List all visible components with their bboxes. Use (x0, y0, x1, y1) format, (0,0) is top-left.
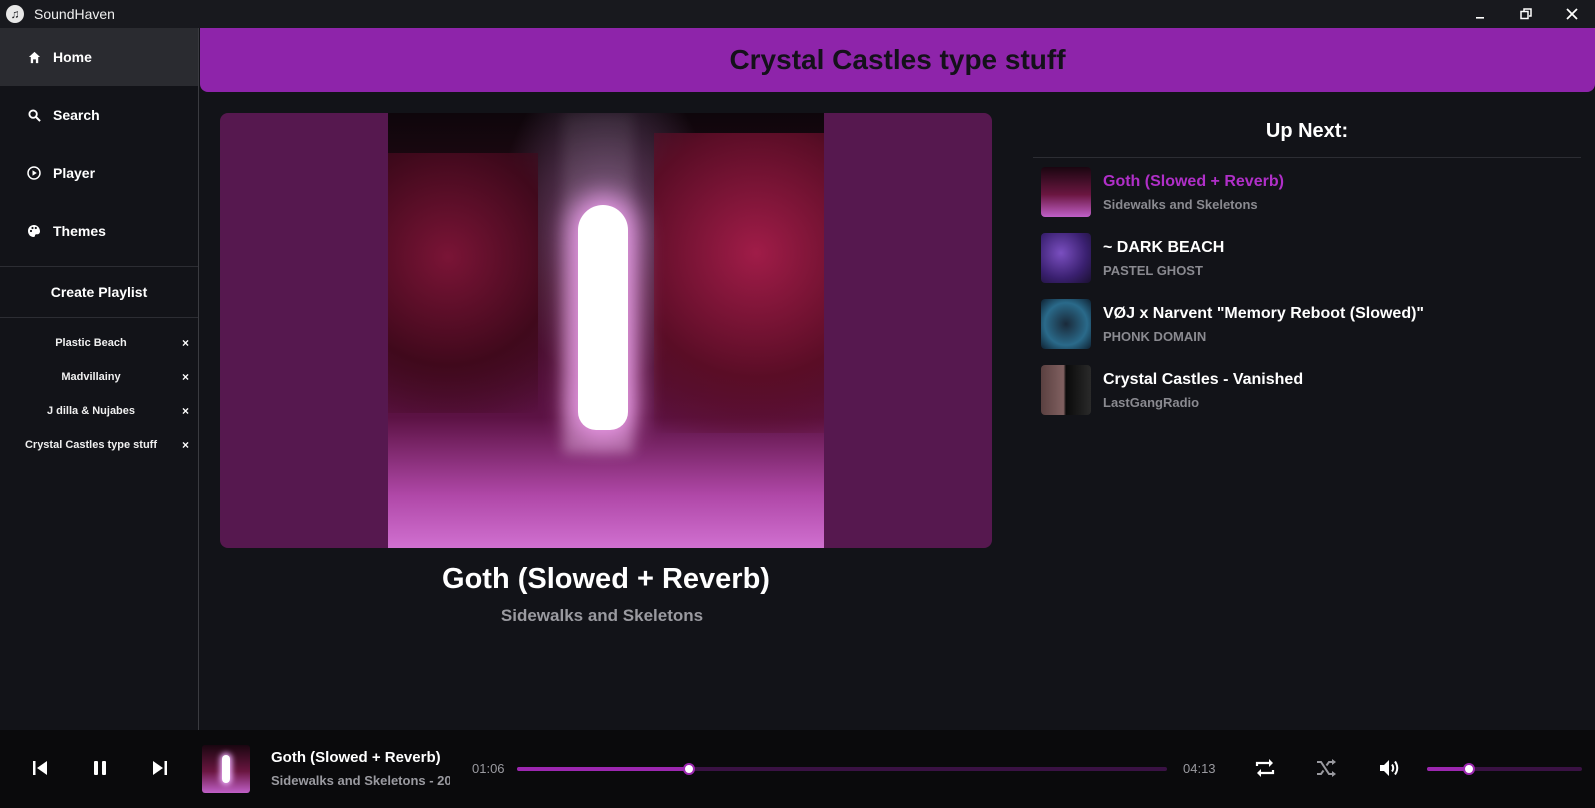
queue-item-artist: Sidewalks and Skeletons (1103, 196, 1258, 212)
player-track-artist: Sidewalks and Skeletons - 20 (271, 773, 450, 788)
close-icon (1566, 8, 1578, 20)
thumbnail-figure (222, 755, 230, 783)
restore-icon (1520, 8, 1532, 20)
app-title: SoundHaven (34, 6, 115, 22)
progress-handle[interactable] (683, 763, 696, 775)
queue-thumbnail (1041, 233, 1091, 283)
remove-playlist-button[interactable]: × (182, 370, 189, 384)
total-duration: 04:13 (1183, 761, 1216, 776)
nav-search[interactable]: Search (0, 86, 198, 144)
player-track-title: Goth (Slowed + Reverb) (271, 749, 441, 766)
up-next-heading: Up Next: (1265, 120, 1349, 142)
window-controls (1457, 0, 1595, 28)
queue-item-title: Crystal Castles - Vanished (1103, 370, 1304, 388)
queue-thumbnail (1041, 365, 1091, 415)
queue-item-artist: PASTEL GHOST (1103, 262, 1203, 278)
volume-button[interactable] (1372, 750, 1408, 786)
playlist-item[interactable]: Plastic Beach × (0, 326, 198, 360)
close-button[interactable] (1549, 0, 1595, 28)
skip-next-icon (153, 761, 167, 775)
nav-search-label: Search (53, 107, 100, 123)
pause-icon (94, 761, 106, 775)
art-trees-left (388, 153, 538, 413)
remove-playlist-button[interactable]: × (182, 404, 189, 418)
queue-item-artist: PHONK DOMAIN (1103, 328, 1207, 344)
remove-playlist-button[interactable]: × (182, 336, 189, 350)
volume-handle[interactable] (1462, 763, 1475, 775)
art-trees-right (654, 133, 824, 433)
nav-home[interactable]: Home (0, 28, 198, 86)
nav-player-label: Player (53, 165, 96, 181)
playlist-name[interactable]: Crystal Castles type stuff (0, 439, 182, 451)
playlist-header: Crystal Castles type stuff (200, 28, 1595, 92)
next-button[interactable] (142, 750, 178, 786)
volume-icon (1380, 760, 1399, 776)
sidebar: Home Search Player Themes Create Playlis… (0, 28, 199, 730)
shuffle-button[interactable] (1308, 750, 1344, 786)
playlist-item[interactable]: Madvillainy × (0, 360, 198, 394)
volume-slider[interactable] (1427, 763, 1582, 775)
queue-item-title: Goth (Slowed + Reverb) (1103, 172, 1284, 190)
queue-item[interactable]: VØJ x Narvent "Memory Reboot (Slowed)" P… (1041, 298, 1581, 350)
album-art-panel (220, 113, 992, 548)
progress-bar[interactable] (517, 763, 1167, 775)
remove-playlist-button[interactable]: × (182, 438, 189, 452)
minimize-button[interactable] (1457, 0, 1503, 28)
player-bar: Goth (Slowed + Reverb) Sidewalks and Ske… (0, 730, 1595, 808)
home-icon (27, 50, 41, 64)
previous-button[interactable] (22, 750, 58, 786)
repeat-icon (1255, 759, 1275, 777)
skip-previous-icon (33, 761, 47, 775)
search-icon (27, 108, 41, 122)
nav-themes-label: Themes (53, 223, 106, 239)
nav-home-label: Home (53, 49, 92, 65)
progress-fill (517, 767, 690, 771)
queue-item-title: ~ DARK BEACH (1103, 238, 1225, 256)
up-next-divider (1033, 157, 1581, 158)
player-thumbnail (202, 745, 250, 793)
shuffle-icon (1317, 759, 1336, 777)
playlist-item[interactable]: J dilla & Nujabes × (0, 394, 198, 428)
queue-thumbnail (1041, 167, 1091, 217)
queue-thumbnail (1041, 299, 1091, 349)
queue-item[interactable]: Crystal Castles - Vanished LastGangRadio (1041, 364, 1581, 416)
now-playing-artist: Sidewalks and Skeletons (500, 606, 704, 625)
now-playing-title: Goth (Slowed + Reverb) (442, 563, 770, 595)
title-bar: ♫ SoundHaven (0, 0, 1595, 28)
playlist-name[interactable]: J dilla & Nujabes (0, 405, 182, 417)
playlist-title: Crystal Castles type stuff (729, 44, 1066, 75)
queue-item[interactable]: Goth (Slowed + Reverb) Sidewalks and Ske… (1041, 166, 1581, 218)
queue-item-artist: LastGangRadio (1103, 394, 1200, 410)
palette-icon (27, 224, 41, 238)
playlist-list: Plastic Beach × Madvillainy × J dilla & … (0, 318, 198, 462)
play-circle-icon (27, 166, 41, 180)
nav-themes[interactable]: Themes (0, 202, 198, 260)
playlist-name[interactable]: Plastic Beach (0, 337, 182, 349)
pause-button[interactable] (82, 750, 118, 786)
queue-item[interactable]: ~ DARK BEACH PASTEL GHOST (1041, 232, 1581, 284)
album-art (388, 113, 824, 548)
art-glowing-figure (578, 205, 628, 430)
playlist-item[interactable]: Crystal Castles type stuff × (0, 428, 198, 462)
restore-button[interactable] (1503, 0, 1549, 28)
app-logo-icon: ♫ (6, 5, 24, 23)
queue-item-title: VØJ x Narvent "Memory Reboot (Slowed)" (1103, 304, 1425, 322)
nav-player[interactable]: Player (0, 144, 198, 202)
minimize-icon (1476, 17, 1484, 19)
playlist-name[interactable]: Madvillainy (0, 371, 182, 383)
elapsed-time: 01:06 (472, 761, 505, 776)
repeat-button[interactable] (1247, 750, 1283, 786)
create-playlist-button[interactable]: Create Playlist (0, 267, 198, 317)
